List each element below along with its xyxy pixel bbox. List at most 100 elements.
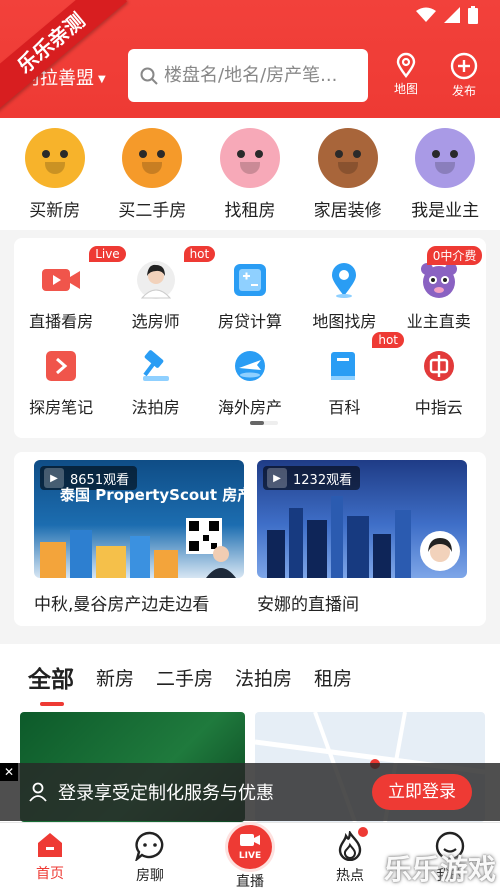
live-title: 安娜的直播间	[257, 595, 359, 615]
feature-owner-sale[interactable]: 0中介费 业主直卖	[395, 246, 483, 332]
map-button[interactable]: 地图	[384, 52, 428, 97]
nav-label: 直播	[236, 874, 264, 890]
live-thumbnail: ▶8651观看 泰国 PropertyScout 房产探	[34, 460, 244, 578]
tab-all[interactable]: 全部	[28, 660, 74, 706]
badge-no-fee: 0中介费	[426, 246, 483, 265]
feature-zhongzhi[interactable]: 中指云	[395, 346, 483, 418]
category-owner[interactable]: 我是业主	[400, 128, 490, 230]
login-banner: ✕ 登录享受定制化服务与优惠 立即登录	[0, 763, 500, 821]
live-card[interactable]: ▶8651观看 泰国 PropertyScout 房产探 中秋,曼谷房产边走边看	[34, 460, 244, 615]
live-icon: LIVE	[228, 825, 272, 869]
search-box[interactable]	[128, 49, 368, 102]
live-section: ▶8651观看 泰国 PropertyScout 房产探 中秋,曼谷房产边走边看…	[14, 452, 486, 626]
signal-icon	[444, 7, 460, 23]
close-banner-button[interactable]: ✕	[0, 763, 18, 781]
live-video-icon: Live	[41, 246, 126, 300]
feature-label: 法拍房	[131, 398, 180, 417]
feature-label: 选房师	[131, 312, 180, 331]
feature-overseas[interactable]: 海外房产	[206, 346, 294, 418]
feature-row: Live 直播看房 hot 选房师 房贷计算 地图找房 0中介费 业主直卖	[14, 246, 486, 332]
rat-icon	[415, 128, 476, 188]
login-promo-text: 登录享受定制化服务与优惠	[58, 783, 274, 804]
feature-agent[interactable]: hot 选房师	[112, 246, 216, 332]
plane-icon	[230, 346, 270, 386]
feature-grid: Live 直播看房 hot 选房师 房贷计算 地图找房 0中介费 业主直卖 探房…	[14, 238, 486, 438]
category-decoration[interactable]: 家居装修	[303, 128, 393, 230]
host-avatar	[420, 531, 460, 571]
map-pin-icon	[324, 260, 364, 300]
battery-icon	[468, 6, 478, 24]
category-row: 买新房 买二手房 找租房 家居装修 我是业主	[0, 118, 500, 230]
nav-label: 首页	[36, 866, 64, 882]
category-buy-used[interactable]: 买二手房	[107, 128, 197, 230]
ox-icon	[24, 128, 85, 188]
login-button[interactable]: 立即登录	[372, 774, 472, 810]
feature-label: 探房笔记	[29, 398, 94, 417]
feature-row: 探房笔记 法拍房 海外房产 hot 百科 中指云	[14, 332, 486, 418]
thumb-caption: 泰国 PropertyScout 房产探	[60, 486, 244, 504]
tiger-icon	[122, 128, 183, 188]
live-title: 中秋,曼谷房产边走边看	[34, 595, 210, 615]
plus-circle-icon	[450, 52, 478, 80]
category-label: 家居装修	[313, 201, 382, 221]
feature-label: 业主直卖	[406, 312, 471, 331]
feature-label: 地图找房	[312, 312, 377, 331]
gavel-icon	[136, 346, 176, 386]
agent-avatar-icon: hot	[136, 246, 216, 300]
feature-label: 中指云	[414, 398, 463, 417]
host-avatar	[206, 546, 236, 578]
category-label: 买二手房	[118, 201, 187, 221]
tab-second-hand[interactable]: 二手房	[156, 664, 213, 691]
map-pin-icon	[396, 52, 416, 78]
notification-dot	[358, 827, 368, 837]
category-rent[interactable]: 找租房	[205, 128, 295, 230]
cow-icon	[317, 128, 378, 188]
feature-label: 海外房产	[217, 398, 282, 417]
nav-live[interactable]: LIVE 直播	[210, 823, 290, 890]
live-thumbnail: ▶ 1232观看	[257, 460, 467, 578]
watermark: 乐乐游戏	[383, 853, 496, 886]
feature-label: 房贷计算	[217, 312, 282, 331]
chat-icon	[135, 831, 164, 861]
tab-auction[interactable]: 法拍房	[235, 664, 292, 691]
feature-encyclopedia[interactable]: hot 百科	[300, 332, 405, 418]
home-icon	[38, 833, 62, 857]
map-label: 地图	[393, 82, 418, 96]
tab-rental[interactable]: 租房	[314, 664, 352, 691]
category-label: 我是业主	[411, 201, 480, 221]
status-bar	[416, 6, 478, 24]
category-label: 买新房	[29, 201, 81, 221]
feature-live-viewing[interactable]: Live 直播看房	[17, 246, 126, 332]
nav-label: 房聊	[136, 868, 164, 884]
book-icon: hot	[324, 332, 405, 386]
publish-button[interactable]: 发布	[442, 52, 486, 99]
nav-label: 热点	[336, 868, 364, 884]
feed-tabs: 全部 新房 二手房 法拍房 租房	[0, 644, 500, 710]
feature-mortgage-calc[interactable]: 房贷计算	[206, 260, 294, 332]
page-indicator	[250, 421, 278, 425]
tab-new-home[interactable]: 新房	[96, 664, 134, 691]
nav-hot[interactable]: 热点	[310, 823, 390, 890]
pig-icon	[219, 128, 280, 188]
nav-home[interactable]: 首页	[10, 823, 90, 890]
category-buy-new[interactable]: 买新房	[10, 128, 100, 230]
user-icon	[29, 782, 47, 802]
notes-play-icon	[41, 346, 81, 386]
nav-chat[interactable]: 房聊	[110, 823, 190, 890]
feature-map-search[interactable]: 地图找房	[300, 260, 388, 332]
search-input[interactable]	[164, 65, 354, 86]
play-icon: ▶	[267, 468, 287, 488]
calculator-icon	[230, 260, 270, 300]
owner-mascot-icon: 0中介费	[419, 246, 483, 300]
view-count: ▶ 1232观看	[263, 466, 361, 490]
feature-label: 百科	[328, 398, 361, 417]
live-card[interactable]: ▶ 1232观看 安娜的直播间	[257, 460, 467, 615]
caret-down-icon: ▼	[98, 73, 106, 85]
feature-label: 直播看房	[29, 312, 94, 331]
feature-notes[interactable]: 探房笔记	[17, 346, 105, 418]
wifi-icon	[416, 7, 436, 22]
search-icon	[140, 67, 158, 85]
publish-label: 发布	[451, 84, 476, 98]
zhongzhi-logo-icon	[419, 346, 459, 386]
feature-auction[interactable]: 法拍房	[112, 346, 200, 418]
